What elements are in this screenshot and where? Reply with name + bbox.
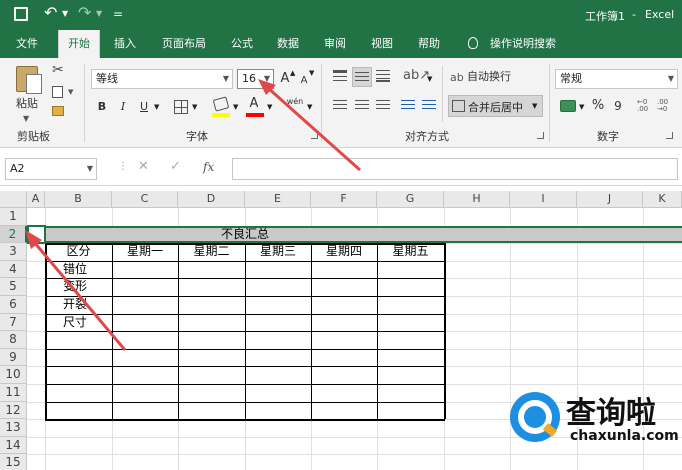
red-arrow-to-row-2 bbox=[25, 230, 127, 351]
watermark-brand: 查询啦 bbox=[566, 396, 656, 431]
watermark-url: chaxunla.com bbox=[570, 428, 679, 444]
red-arrow-to-font-size bbox=[258, 79, 361, 172]
watermark: 查询啦 chaxunla.com bbox=[508, 384, 682, 454]
excel-window: { "titlebar": {"document": "工作簿1", "sepa… bbox=[0, 0, 682, 470]
